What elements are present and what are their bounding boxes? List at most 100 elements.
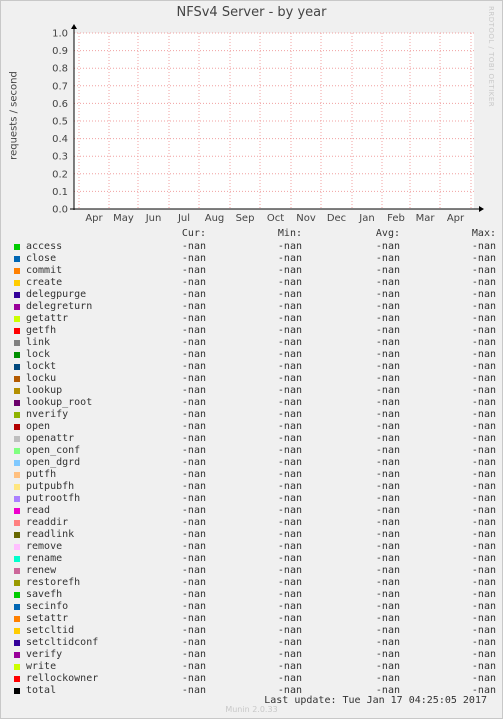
value-avg: -nan (375, 349, 400, 360)
legend-label: create (26, 277, 63, 288)
value-cur: -nan (181, 301, 206, 312)
value-cur: -nan (181, 625, 206, 636)
value-max: -nan (471, 409, 496, 420)
value-min: -nan (277, 397, 302, 408)
legend-row-locku: locku -nan -nan -nan -nan (12, 373, 497, 385)
legend-swatch (14, 304, 20, 310)
legend-row-lockt: lockt -nan -nan -nan -nan (12, 361, 497, 373)
value-cur: -nan (181, 529, 206, 540)
value-avg: -nan (375, 325, 400, 336)
legend-label: access (26, 241, 63, 252)
legend-label: read (26, 505, 51, 516)
legend-row-lock: lock -nan -nan -nan -nan (12, 349, 497, 361)
y-tick-label: 1.0 (52, 29, 68, 40)
legend-label: open_dgrd (26, 457, 81, 468)
legend-header: Cur: Min: Avg: Max: (12, 228, 497, 241)
legend-row-lookup: lookup -nan -nan -nan -nan (12, 385, 497, 397)
value-max: -nan (471, 313, 496, 324)
value-avg: -nan (375, 277, 400, 288)
legend-label: write (26, 661, 57, 672)
value-max: -nan (471, 637, 496, 648)
legend-row-delegpurge: delegpurge -nan -nan -nan -nan (12, 289, 497, 301)
value-avg: -nan (375, 613, 400, 624)
legend-swatch (14, 520, 20, 526)
header-max: Max: (471, 228, 496, 239)
value-cur: -nan (181, 541, 206, 552)
legend-label: locku (26, 373, 57, 384)
legend-row-setcltidconf: setcltidconf -nan -nan -nan -nan (12, 637, 497, 649)
legend-label: putfh (26, 469, 57, 480)
value-avg: -nan (375, 493, 400, 504)
value-avg: -nan (375, 289, 400, 300)
value-min: -nan (277, 661, 302, 672)
value-avg: -nan (375, 409, 400, 420)
value-cur: -nan (181, 457, 206, 468)
legend-swatch (14, 640, 20, 646)
legend-label: putrootfh (26, 493, 81, 504)
value-avg: -nan (375, 421, 400, 432)
value-min: -nan (277, 361, 302, 372)
legend-label: secinfo (26, 601, 69, 612)
legend-swatch (14, 460, 20, 466)
legend-row-renew: renew -nan -nan -nan -nan (12, 565, 497, 577)
legend-label: total (26, 685, 57, 696)
legend-label: setcltidconf (26, 637, 99, 648)
value-min: -nan (277, 529, 302, 540)
value-cur: -nan (181, 469, 206, 480)
legend-row-putpubfh: putpubfh -nan -nan -nan -nan (12, 481, 497, 493)
legend-row-secinfo: secinfo -nan -nan -nan -nan (12, 601, 497, 613)
legend-label: open (26, 421, 51, 432)
x-tick-label: Oct (267, 213, 284, 224)
value-max: -nan (471, 373, 496, 384)
legend-row-setattr: setattr -nan -nan -nan -nan (12, 613, 497, 625)
value-min: -nan (277, 265, 302, 276)
value-avg: -nan (375, 313, 400, 324)
value-cur: -nan (181, 313, 206, 324)
value-min: -nan (277, 505, 302, 516)
value-avg: -nan (375, 373, 400, 384)
y-tick-label: 0.5 (52, 117, 68, 128)
x-tick-label: Jan (358, 213, 374, 224)
value-avg: -nan (375, 253, 400, 264)
header-cur: Cur: (181, 228, 206, 239)
x-tick-label: Feb (387, 213, 405, 224)
legend-row-verify: verify -nan -nan -nan -nan (12, 649, 497, 661)
legend-label: lookup_root (26, 397, 93, 408)
value-cur: -nan (181, 685, 206, 696)
legend-row-close: close -nan -nan -nan -nan (12, 253, 497, 265)
legend-swatch (14, 592, 20, 598)
value-min: -nan (277, 589, 302, 600)
legend-swatch (14, 328, 20, 334)
value-max: -nan (471, 493, 496, 504)
plot-area: 0.0 0.1 0.2 0.3 0.4 0.5 0.6 0.7 0.8 0.9 1.0 Apr May… (52, 24, 484, 224)
value-min: -nan (277, 433, 302, 444)
value-avg: -nan (375, 565, 400, 576)
legend-swatch (14, 412, 20, 418)
value-cur: -nan (181, 397, 206, 408)
legend-label: nverify (26, 409, 69, 420)
value-avg: -nan (375, 529, 400, 540)
munin-branding: Munin 2.0.33 (225, 705, 278, 714)
legend-label: delegpurge (26, 289, 87, 300)
legend-row-getfh: getfh -nan -nan -nan -nan (12, 325, 497, 337)
legend-row-restorefh: restorefh -nan -nan -nan -nan (12, 577, 497, 589)
value-max: -nan (471, 241, 496, 252)
legend-swatch (14, 664, 20, 670)
legend-swatch (14, 508, 20, 514)
y-tick-label: 0.1 (52, 187, 68, 198)
legend-label: rellockowner (26, 673, 99, 684)
value-cur: -nan (181, 673, 206, 684)
value-cur: -nan (181, 589, 206, 600)
legend-label: rename (26, 553, 63, 564)
value-cur: -nan (181, 277, 206, 288)
value-avg: -nan (375, 589, 400, 600)
legend-swatch (14, 628, 20, 634)
value-min: -nan (277, 373, 302, 384)
header-avg: Avg: (375, 228, 400, 239)
value-cur: -nan (181, 661, 206, 672)
legend-swatch (14, 652, 20, 658)
value-max: -nan (471, 553, 496, 564)
value-cur: -nan (181, 289, 206, 300)
value-cur: -nan (181, 433, 206, 444)
legend-label: readdir (26, 517, 69, 528)
